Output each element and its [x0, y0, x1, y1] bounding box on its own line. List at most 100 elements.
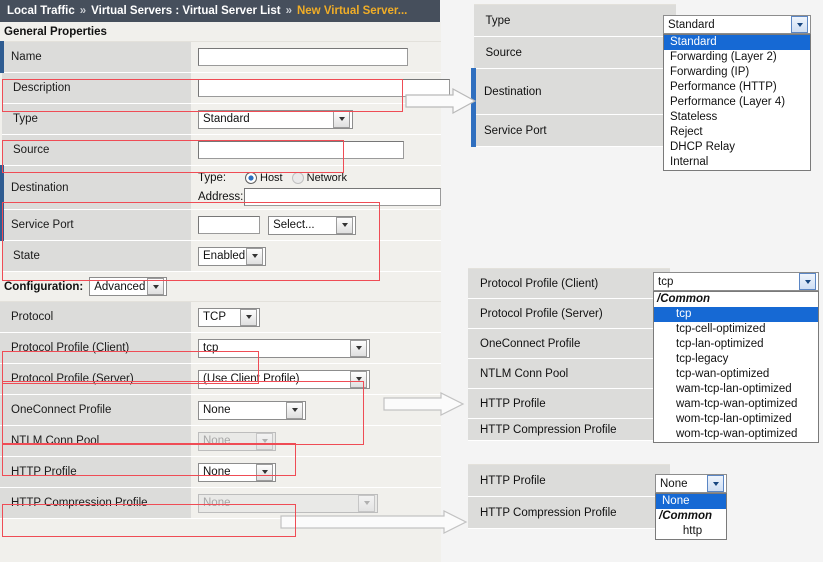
- protocol-profile-server-value: (Use Client Profile): [203, 373, 300, 385]
- option-tcp[interactable]: tcp: [654, 307, 818, 322]
- cell-protocol: TCP: [191, 301, 441, 333]
- configuration-bar: Configuration: Advanced: [0, 272, 441, 301]
- option-wom-tcp-wan-optimized[interactable]: wom-tcp-wan-optimized: [654, 427, 818, 442]
- http-profile-select[interactable]: None: [198, 462, 276, 482]
- row-service-port: Service Port Select...: [0, 209, 441, 241]
- option-stateless[interactable]: Stateless: [664, 110, 810, 125]
- option-dhcp-relay[interactable]: DHCP Relay: [664, 140, 810, 155]
- label-state: State: [2, 240, 191, 272]
- chevron-down-icon[interactable]: [336, 216, 354, 234]
- callout-row-http-profile: HTTP Profile: [468, 464, 670, 497]
- option-forwarding-ip[interactable]: Forwarding (IP): [664, 65, 810, 80]
- breadcrumb-item-virtual-servers[interactable]: Virtual Servers : Virtual Server List: [91, 5, 280, 17]
- name-input[interactable]: [198, 48, 408, 66]
- service-port-select-value: Select...: [273, 219, 315, 231]
- protocol-profile-client-select[interactable]: tcp: [198, 338, 370, 358]
- option-performance-layer-4[interactable]: Performance (Layer 4): [664, 95, 810, 110]
- row-type: Type Standard: [2, 103, 441, 135]
- destination-host-radio[interactable]: [245, 172, 257, 184]
- service-port-input[interactable]: [198, 216, 260, 234]
- state-select[interactable]: Enabled: [198, 246, 266, 266]
- label-description: Description: [2, 72, 191, 104]
- destination-type-row: Type: Host Network: [198, 170, 441, 187]
- destination-address-label: Address:: [198, 190, 244, 203]
- option-tcp-wan-optimized[interactable]: tcp-wan-optimized: [654, 367, 818, 382]
- service-port-select[interactable]: Select...: [268, 215, 357, 235]
- ntlm-conn-pool-value: None: [203, 435, 231, 447]
- row-destination: Destination Type: Host Network Address:: [0, 165, 441, 210]
- callout-label-service-port: Service Port: [471, 114, 676, 147]
- chevron-down-icon[interactable]: [791, 16, 808, 33]
- chevron-down-icon[interactable]: [799, 273, 816, 290]
- callout-label-http-profile: HTTP Profile: [468, 388, 670, 419]
- chevron-down-icon: [256, 432, 273, 450]
- destination-address-input[interactable]: [244, 187, 441, 206]
- option-tcp-cell-optimized[interactable]: tcp-cell-optimized: [654, 322, 818, 337]
- configuration-select[interactable]: Advanced: [89, 277, 168, 296]
- breadcrumb-item-local-traffic[interactable]: Local Traffic: [7, 5, 75, 17]
- callout-label-ntlm-conn-pool: NTLM Conn Pool: [468, 358, 670, 389]
- chevron-down-icon[interactable]: [147, 278, 165, 295]
- callout-row-http-compression-profile: HTTP Compression Profile: [468, 418, 670, 441]
- state-select-value: Enabled: [203, 250, 246, 262]
- chevron-down-icon[interactable]: [256, 463, 273, 481]
- callout-http-profile-select[interactable]: None: [655, 474, 727, 493]
- callout-http-profile-select-value: None: [660, 477, 688, 490]
- cell-source: [191, 134, 441, 166]
- destination-type-label: Type:: [198, 172, 227, 184]
- cell-state: Enabled: [191, 240, 441, 272]
- destination-host-label: Host: [260, 172, 283, 184]
- option-wam-tcp-lan-optimized[interactable]: wam-tcp-lan-optimized: [654, 382, 818, 397]
- label-type: Type: [2, 103, 191, 135]
- chevron-down-icon[interactable]: [350, 370, 367, 388]
- configuration-select-value: Advanced: [94, 280, 146, 293]
- oneconnect-profile-select[interactable]: None: [198, 400, 306, 420]
- option-reject[interactable]: Reject: [664, 125, 810, 140]
- arrow-to-http-profile-callout: [280, 510, 468, 534]
- callout-row-protocol-profile-server: Protocol Profile (Server): [468, 298, 670, 329]
- protocol-select[interactable]: TCP: [198, 307, 260, 327]
- destination-network-radio[interactable]: [291, 172, 304, 184]
- label-destination: Destination: [0, 165, 191, 210]
- callout-row-oneconnect-profile: OneConnect Profile: [468, 328, 670, 359]
- option-tcp-lan-optimized[interactable]: tcp-lan-optimized: [654, 337, 818, 352]
- option-http[interactable]: http: [656, 524, 726, 539]
- callout-type-table: Type Source Destination Service Port: [471, 4, 676, 147]
- label-source: Source: [2, 134, 191, 166]
- chevron-down-icon[interactable]: [333, 110, 350, 128]
- callout-protocol-profile-table: Protocol Profile (Client) Protocol Profi…: [468, 268, 670, 441]
- chevron-down-icon[interactable]: [246, 247, 263, 265]
- source-input[interactable]: [198, 141, 404, 159]
- callout-type-option-list[interactable]: Standard Forwarding (Layer 2) Forwarding…: [663, 34, 811, 171]
- option-tcp-legacy[interactable]: tcp-legacy: [654, 352, 818, 367]
- breadcrumb-separator: »: [79, 5, 87, 17]
- type-select[interactable]: Standard: [198, 109, 353, 129]
- callout-row-http-profile: HTTP Profile: [468, 388, 670, 419]
- callout-label-protocol-profile-client: Protocol Profile (Client): [468, 268, 670, 299]
- callout-http-profile-option-list[interactable]: None /Common http: [655, 493, 727, 540]
- callout-protocol-profile-select[interactable]: tcp: [653, 272, 819, 291]
- cell-description: [191, 72, 450, 104]
- callout-row-protocol-profile-client: Protocol Profile (Client): [468, 268, 670, 299]
- chevron-down-icon[interactable]: [707, 475, 724, 492]
- chevron-down-icon[interactable]: [240, 308, 257, 326]
- row-source: Source: [2, 134, 441, 166]
- cell-protocol-profile-client: tcp: [191, 332, 441, 364]
- option-internal[interactable]: Internal: [664, 155, 810, 170]
- chevron-down-icon[interactable]: [286, 401, 303, 419]
- row-description: Description: [2, 72, 450, 104]
- option-standard[interactable]: Standard: [664, 35, 810, 50]
- option-forwarding-layer-2[interactable]: Forwarding (Layer 2): [664, 50, 810, 65]
- option-none[interactable]: None: [656, 494, 726, 509]
- callout-type-select[interactable]: Standard: [663, 15, 811, 34]
- cell-name: [191, 41, 441, 73]
- label-ntlm-conn-pool: NTLM Conn Pool: [0, 425, 191, 457]
- option-wam-tcp-wan-optimized[interactable]: wam-tcp-wan-optimized: [654, 397, 818, 412]
- callout-protocol-profile-option-list[interactable]: /Common tcp tcp-cell-optimized tcp-lan-o…: [653, 291, 819, 443]
- option-performance-http[interactable]: Performance (HTTP): [664, 80, 810, 95]
- chevron-down-icon[interactable]: [350, 339, 367, 357]
- option-wom-tcp-lan-optimized[interactable]: wom-tcp-lan-optimized: [654, 412, 818, 427]
- protocol-profile-server-select[interactable]: (Use Client Profile): [198, 369, 370, 389]
- breadcrumb: Local Traffic » Virtual Servers : Virtua…: [0, 0, 440, 22]
- row-protocol-profile-client: Protocol Profile (Client) tcp: [0, 332, 441, 364]
